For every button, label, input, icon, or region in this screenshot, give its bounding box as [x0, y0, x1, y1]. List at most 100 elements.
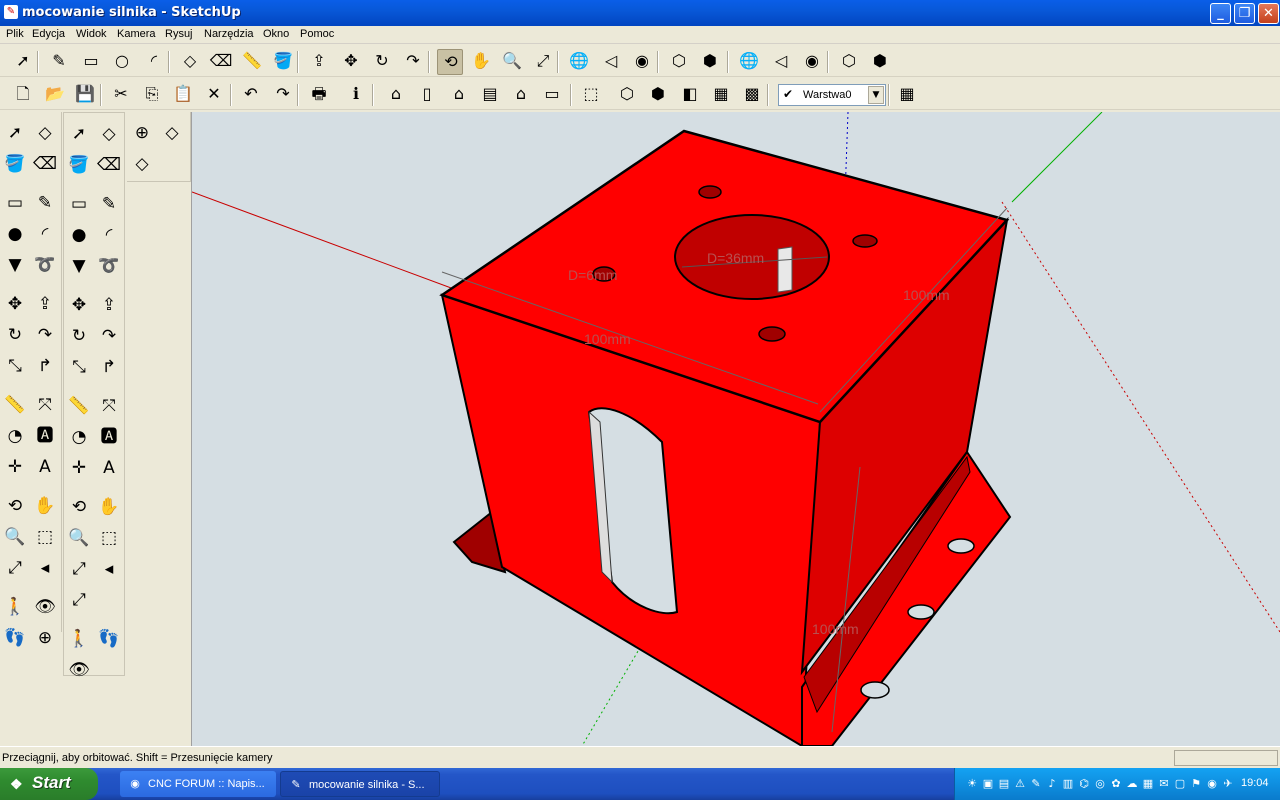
palette-look-icon[interactable]: 👁 [32, 594, 58, 620]
share-component-2-button[interactable]: ◉ [799, 49, 825, 75]
tray-icon[interactable]: ♪ [1045, 777, 1059, 791]
undo-button[interactable]: ↶ [238, 82, 264, 108]
eraser-tool-button[interactable]: ⌫ [208, 49, 234, 75]
push-pull-button[interactable]: ⇪ [306, 49, 332, 75]
palette-zoom-icon[interactable]: 🔍 [66, 525, 92, 551]
measurements-box[interactable] [1174, 750, 1278, 766]
tray-icon[interactable]: ⌬ [1077, 777, 1091, 791]
tray-icon[interactable]: ⚑ [1189, 777, 1203, 791]
palette-rotate-icon[interactable]: ↻ [66, 323, 92, 349]
building-maker-button[interactable]: ⬢ [697, 49, 723, 75]
zoom-extents-button[interactable]: ⤢ [530, 49, 556, 75]
palette-axes-icon[interactable]: ✛ [66, 455, 92, 481]
tray-icon[interactable]: ✈ [1221, 777, 1235, 791]
paint-bucket-button[interactable]: 🪣 [270, 49, 296, 75]
palette-pencil-icon[interactable]: ✎ [32, 190, 58, 216]
palette-zoomwin-icon[interactable]: ⬚ [96, 525, 122, 551]
iso-view-button[interactable]: ⌂ [383, 82, 409, 108]
tray-icon[interactable]: ☀ [965, 777, 979, 791]
follow-me-button[interactable]: ↷ [400, 49, 426, 75]
palette-prev-icon[interactable]: ◂ [32, 555, 58, 581]
palette-dim-icon[interactable]: ⤧ [96, 393, 122, 419]
tray-icon[interactable]: ◎ [1093, 777, 1107, 791]
palette-followme-icon[interactable]: ↷ [96, 323, 122, 349]
tray-icon[interactable]: ▥ [1061, 777, 1075, 791]
paste-button[interactable]: 📋 [170, 82, 196, 108]
get-models-button[interactable]: 🌐 [566, 49, 592, 75]
palette-scale-icon[interactable]: ⤡ [66, 354, 92, 380]
taskbar-item-sketchup[interactable]: ✎ mocowanie silnika - S... [280, 771, 440, 797]
menu-rysuj[interactable]: Rysuj [165, 28, 193, 40]
top-view-button[interactable]: ▯ [414, 82, 440, 108]
back-view-button[interactable]: ⌂ [508, 82, 534, 108]
close-button[interactable]: ✕ [1258, 3, 1279, 24]
palette-select-icon[interactable]: ➚ [2, 120, 28, 146]
copy-button[interactable]: ⎘ [139, 82, 165, 108]
palette-pencil-icon[interactable]: ✎ [96, 191, 122, 217]
palette-pan-icon[interactable]: ✋ [96, 494, 122, 520]
palette-polygon-icon[interactable]: ▼ [66, 253, 92, 279]
rectangle-tool-button[interactable]: ▭ [78, 49, 104, 75]
palette-zoomext-icon[interactable]: ⤢ [2, 555, 28, 581]
drawing-viewport[interactable]: 100mm 100mm 100mm D=6mm D=36mm [192, 112, 1280, 746]
palette-arc-icon[interactable]: ◜ [32, 221, 58, 247]
palette-text3d-icon[interactable]: A [32, 454, 58, 480]
select-tool-button[interactable]: ➚ [10, 49, 36, 75]
palette-section-icon[interactable]: ⊕ [32, 625, 58, 651]
hidden-line-style-button[interactable]: ⬢ [645, 82, 671, 108]
new-file-button[interactable]: 🗋 [10, 82, 36, 108]
taskbar-item-browser[interactable]: ◉ CNC FORUM :: Napis... [120, 771, 276, 797]
palette-zoomext-icon[interactable]: ⤢ [66, 587, 92, 613]
orbit-tool-button[interactable]: ⟲ [437, 49, 463, 75]
palette-orbit-icon[interactable]: ⟲ [66, 494, 92, 520]
palette-pan-icon[interactable]: ✋ [32, 493, 58, 519]
chevron-down-icon[interactable]: ▼ [868, 86, 884, 104]
palette-text-icon[interactable]: 🅰 [32, 423, 58, 449]
get-photo-texture-button[interactable]: ⬡ [666, 49, 692, 75]
palette-move-icon[interactable]: ✥ [66, 292, 92, 318]
model-info-button[interactable]: ℹ [343, 82, 369, 108]
xray-style-button[interactable]: ⬚ [578, 82, 604, 108]
tray-icon[interactable]: ⚠ [1013, 777, 1027, 791]
palette-component-icon[interactable]: ◇ [129, 151, 155, 177]
pan-tool-button[interactable]: ✋ [468, 49, 494, 75]
redo-button[interactable]: ↷ [270, 82, 296, 108]
palette-text-icon[interactable]: 🅰 [96, 424, 122, 450]
front-view-button[interactable]: ⌂ [446, 82, 472, 108]
start-button[interactable]: ❖ Start [0, 768, 98, 800]
palette-walk-icon[interactable]: 🚶 [66, 626, 92, 652]
palette-orbit-icon[interactable]: ⟲ [2, 493, 28, 519]
menu-okno[interactable]: Okno [263, 28, 289, 40]
palette-circle-icon[interactable]: ● [66, 222, 92, 248]
wireframe-style-button[interactable]: ⬡ [614, 82, 640, 108]
palette-freehand-icon[interactable]: ➰ [96, 253, 122, 279]
palette-rect-icon[interactable]: ▭ [2, 190, 28, 216]
palette-followme-icon[interactable]: ↷ [32, 322, 58, 348]
palette-look-icon[interactable]: 👁 [66, 657, 92, 683]
tray-icon[interactable]: ◉ [1205, 777, 1219, 791]
menu-edycja[interactable]: Edycja [32, 28, 65, 40]
menu-narzedzia[interactable]: Narzędzia [204, 28, 254, 40]
palette-component-icon[interactable]: ◇ [96, 121, 122, 147]
palette-rect-icon[interactable]: ▭ [66, 191, 92, 217]
palette-zoomwin-icon[interactable]: ⬚ [32, 524, 58, 550]
palette-prev-icon[interactable]: ◂ [96, 556, 122, 582]
tape-measure-button[interactable]: 📏 [239, 49, 265, 75]
delete-button[interactable]: ✕ [201, 82, 227, 108]
palette-dim-icon[interactable]: ⤧ [32, 392, 58, 418]
tray-icon[interactable]: ▢ [1173, 777, 1187, 791]
circle-tool-button[interactable]: ○ [109, 49, 135, 75]
textured-style-button[interactable]: ▦ [708, 82, 734, 108]
tray-icon[interactable]: ✎ [1029, 777, 1043, 791]
arc-tool-button[interactable]: ◜ [141, 49, 167, 75]
monochrome-style-button[interactable]: ▩ [739, 82, 765, 108]
open-file-button[interactable]: 📂 [42, 82, 68, 108]
minimize-button[interactable]: _ [1210, 3, 1231, 24]
palette-section-icon[interactable]: ⊕ [129, 120, 155, 146]
make-component-button[interactable]: ◇ [177, 49, 203, 75]
palette-freehand-icon[interactable]: ➰ [32, 252, 58, 278]
palette-walk-icon[interactable]: 🚶 [2, 594, 28, 620]
palette-move-icon[interactable]: ✥ [2, 291, 28, 317]
palette-paint-icon[interactable]: 🪣 [2, 151, 28, 177]
tray-icon[interactable]: ☁ [1125, 777, 1139, 791]
